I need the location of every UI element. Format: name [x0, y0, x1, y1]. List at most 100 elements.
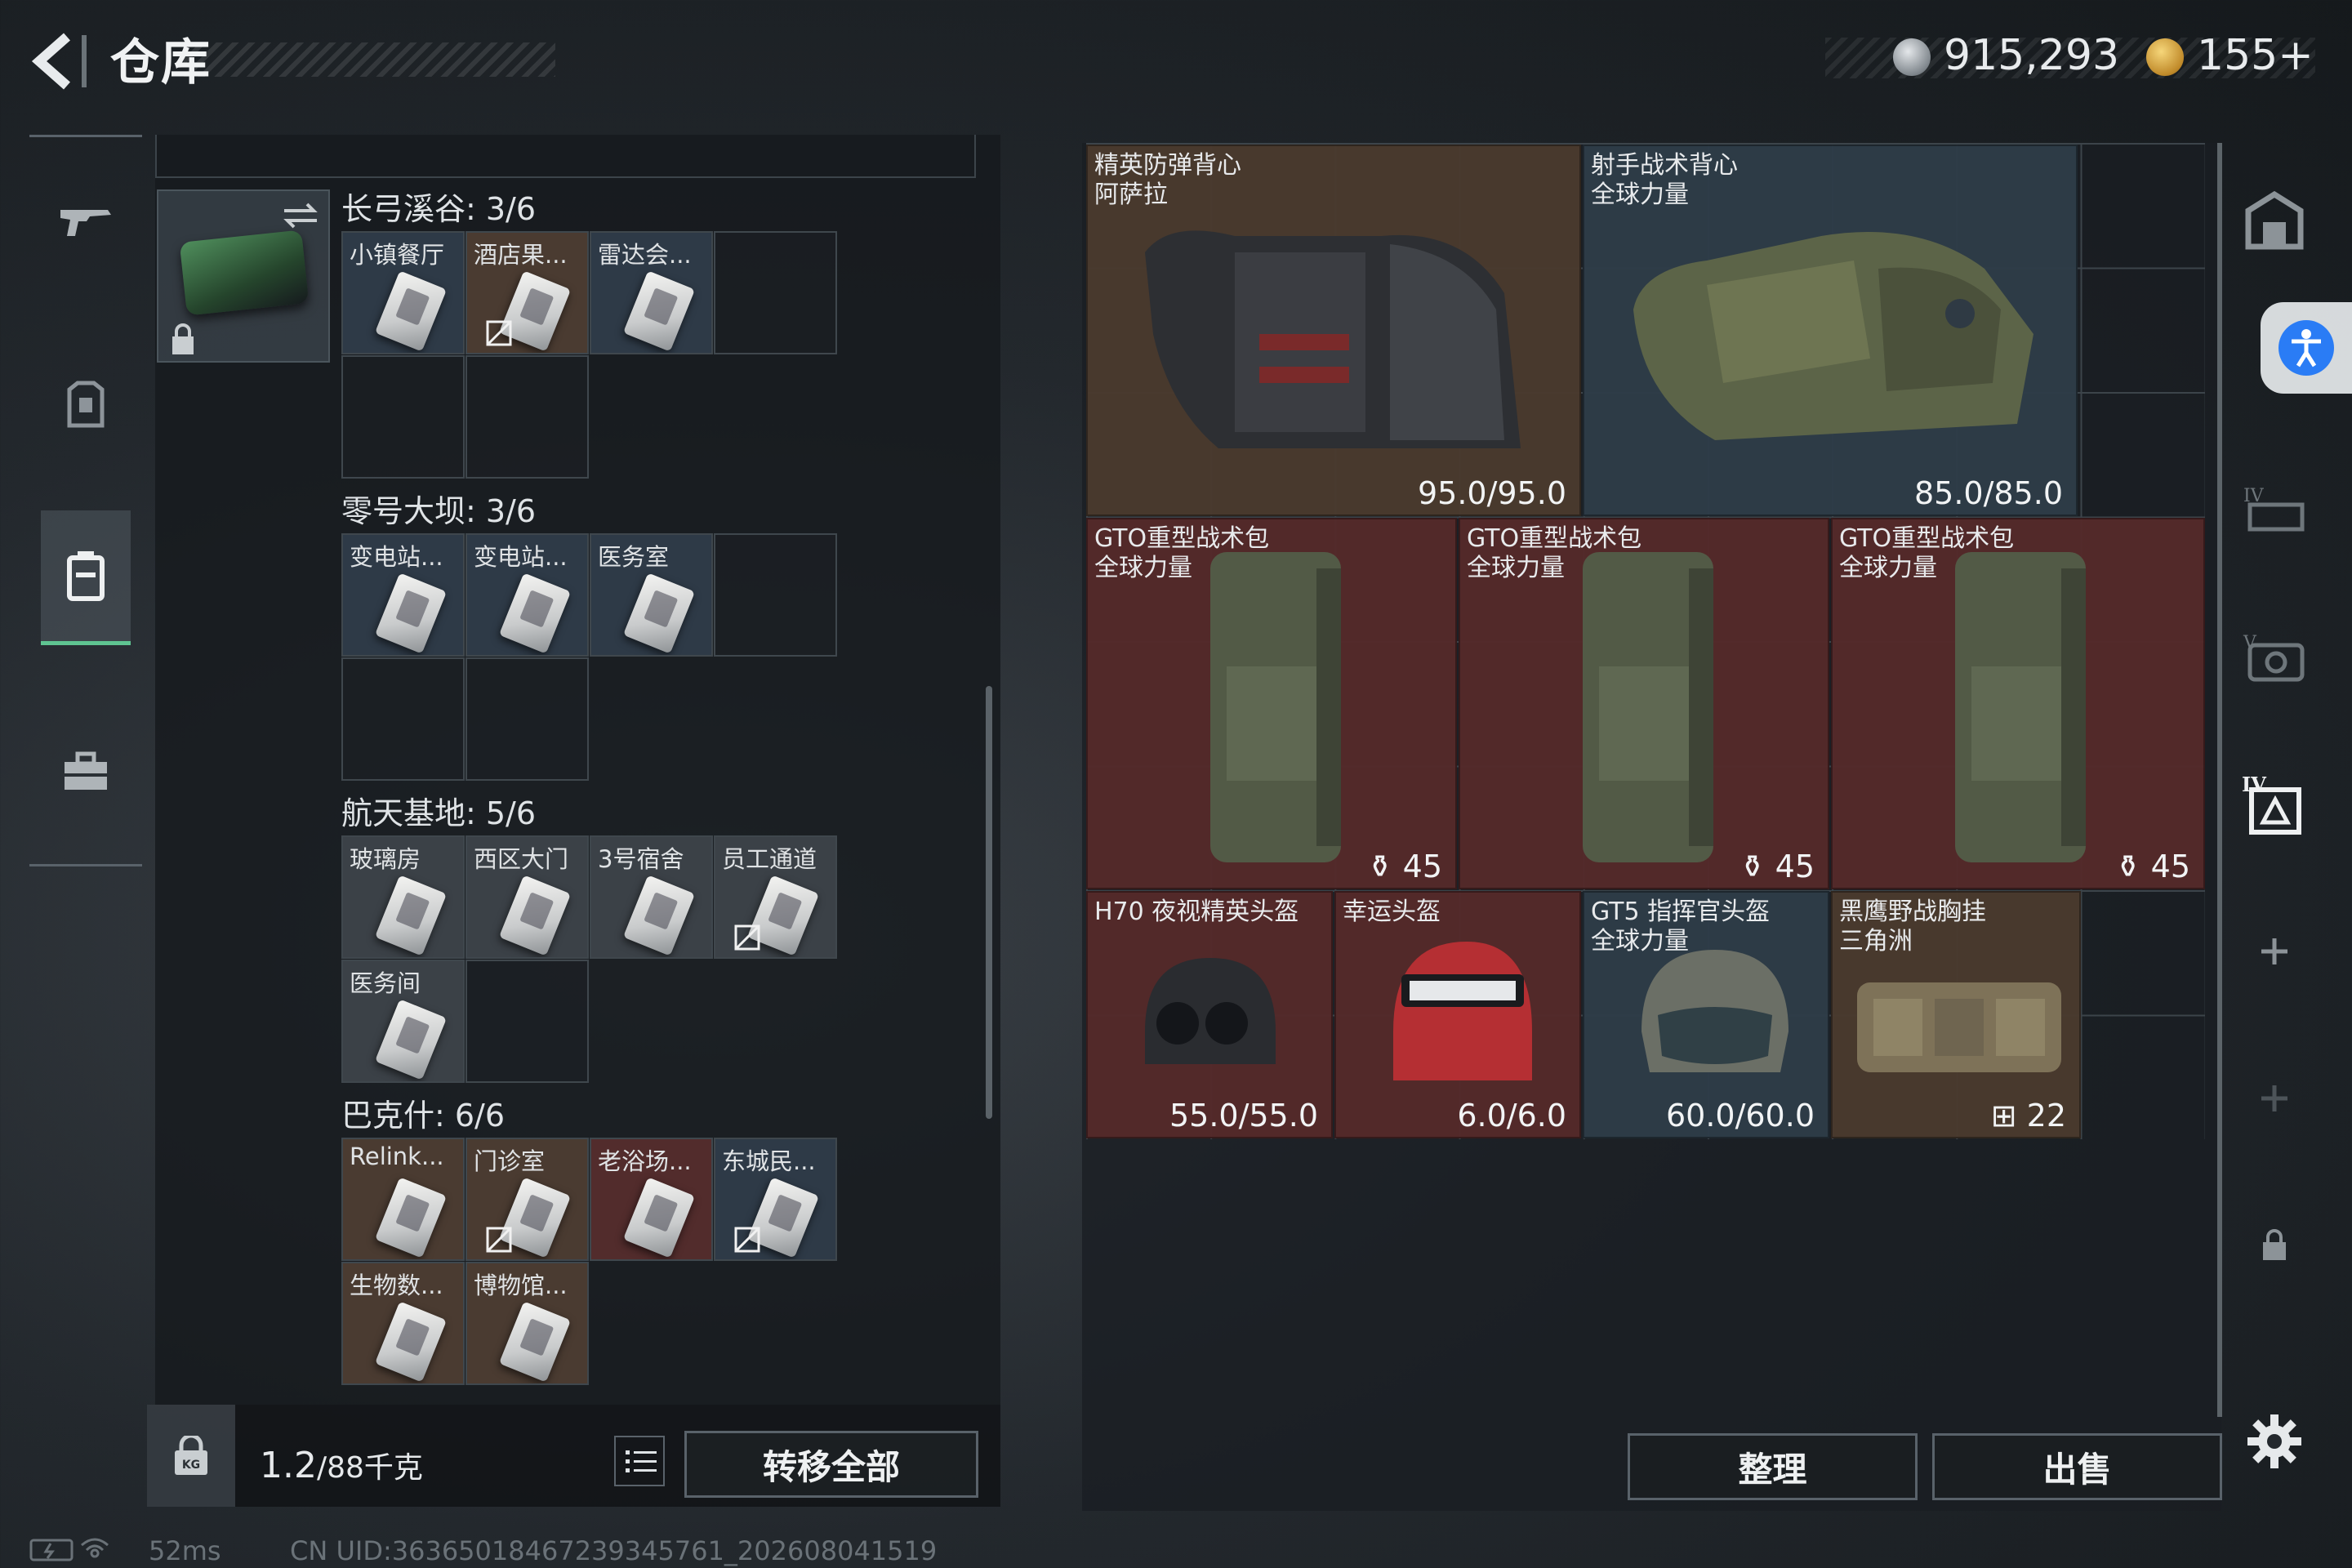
item-capacity: ⚱ 45 — [1739, 849, 1815, 884]
transfer-all-button[interactable]: 转移全部 — [684, 1431, 978, 1498]
item-capacity-value: 45 — [1775, 849, 1815, 884]
backpack-image — [1955, 552, 2086, 862]
keycard-slot[interactable]: 变电站... — [466, 533, 589, 657]
no-bind-icon — [734, 1227, 760, 1253]
add-stash-page-button[interactable] — [2238, 915, 2311, 988]
nav-backpack[interactable] — [41, 510, 131, 645]
keycard-slot[interactable]: 老浴场... — [590, 1138, 713, 1261]
keycard-slot[interactable]: 医务室 — [590, 533, 713, 657]
user-id-readout: CN UID:3636501846723934576​1_20260804151… — [290, 1535, 938, 1566]
case-header-bar — [155, 135, 976, 178]
case-scrollbar[interactable] — [986, 686, 992, 1119]
keycard-slot[interactable]: 变电站... — [341, 533, 465, 657]
keycard-label: 东城民... — [722, 1147, 816, 1175]
keycard-case-slot[interactable] — [157, 189, 330, 363]
keycard-label: Relink... — [350, 1143, 444, 1170]
keycard-icon — [374, 1177, 448, 1258]
empty-slot[interactable] — [466, 355, 589, 479]
keycard-slot[interactable]: 东城民... — [714, 1138, 837, 1261]
stash-item[interactable]: GTO重型战术包 全球力量 ⚱ 45 — [1831, 518, 2205, 889]
keycard-slot[interactable]: 3号宿舍 — [590, 835, 713, 959]
stash-item[interactable]: GT5 指挥官头盔 全球力量 60.0/60.0 — [1583, 891, 1829, 1138]
stash-page-tab-active[interactable]: IV — [2238, 768, 2311, 841]
toolbox-icon — [65, 751, 107, 790]
premium-currency-amount[interactable]: 155+ — [2197, 31, 2314, 80]
list-icon — [626, 1450, 657, 1472]
swap-icon[interactable] — [281, 199, 320, 232]
list-view-button[interactable] — [614, 1436, 665, 1486]
backpack-image — [1210, 552, 1341, 862]
keycard-slot[interactable]: 生物数... — [341, 1262, 465, 1385]
sell-button[interactable]: 出售 — [1932, 1433, 2222, 1500]
rifle-icon — [60, 210, 111, 236]
accessibility-button[interactable] — [2261, 302, 2352, 394]
nav-gear[interactable] — [41, 723, 131, 821]
item-durability: 85.0/85.0 — [1913, 475, 2063, 511]
stash-item[interactable]: 精英防弹背心 阿萨拉 95.0/95.0 — [1086, 145, 1581, 516]
ping-readout: 52ms — [149, 1535, 221, 1566]
weight-lock-box: KG — [147, 1405, 235, 1507]
item-capacity-value: 45 — [2150, 849, 2190, 884]
weight-max: /88千克 — [316, 1451, 423, 1485]
stash-item[interactable]: 幸运头盔 6.0/6.0 — [1334, 891, 1581, 1138]
item-capacity: ⚱ 45 — [2114, 849, 2190, 884]
locked-stash-page[interactable] — [2238, 1209, 2311, 1282]
camera-icon: V — [2243, 633, 2305, 682]
keycard-icon — [498, 875, 572, 956]
keycard-slot[interactable]: 员工通道 — [714, 835, 837, 959]
keycard-slot[interactable]: 玻璃房 — [341, 835, 465, 959]
nav-armor[interactable] — [41, 355, 131, 453]
empty-slot[interactable] — [466, 960, 589, 1083]
stash-item[interactable]: 黑鹰野战胸挂 三角洲 ⊞ 22 — [1831, 891, 2081, 1138]
stash-scrollbar[interactable] — [2217, 143, 2222, 1417]
helmet-image — [1145, 958, 1276, 1064]
stash-page-tab[interactable]: V — [2238, 621, 2311, 694]
keycard-slot[interactable]: 小镇餐厅 — [341, 231, 465, 354]
keycard-slot[interactable]: 雷达会... — [590, 231, 713, 354]
stash-item[interactable]: GTO重型战术包 全球力量 ⚱ 45 — [1459, 518, 1829, 889]
keycard-label: 小镇餐厅 — [350, 241, 445, 269]
nav-weapons[interactable] — [41, 172, 131, 270]
empty-slot[interactable] — [466, 657, 589, 781]
helmet-image — [1393, 942, 1532, 1080]
battery-icon — [29, 1538, 109, 1561]
stash-item[interactable]: GTO重型战术包 全球力量 ⚱ 45 — [1086, 518, 1457, 889]
empty-slot[interactable] — [341, 355, 465, 479]
keycard-label: 变电站... — [474, 543, 568, 571]
accessibility-icon — [2278, 320, 2334, 376]
stash-page-home[interactable] — [2238, 184, 2311, 257]
weight-current: 1.2 — [260, 1445, 317, 1486]
empty-slot[interactable] — [341, 657, 465, 781]
keycard-label: 玻璃房 — [350, 845, 421, 873]
svg-text:IV: IV — [2242, 773, 2266, 796]
keycard-slot[interactable]: 医务间 — [341, 960, 465, 1083]
keycard-slot[interactable]: 西区大门 — [466, 835, 589, 959]
keycard-label: 医务间 — [350, 969, 421, 997]
money-amount: 915,293 — [1944, 31, 2120, 80]
stash-item[interactable]: H70 夜视精英头盔 55.0/55.0 — [1086, 891, 1333, 1138]
stash-page-tab[interactable]: IV — [2238, 474, 2311, 547]
keycard-slot[interactable]: 博物馆... — [466, 1262, 589, 1385]
kg-lock-icon: KG — [175, 1436, 207, 1475]
map-group-title: 航天基地: 5/6 — [341, 795, 537, 831]
empty-slot[interactable] — [714, 231, 837, 354]
back-button[interactable] — [24, 29, 90, 94]
keycard-slot[interactable]: Relink... — [341, 1138, 465, 1261]
keycard-case-image — [179, 229, 310, 316]
stash-item[interactable]: 射手战术背心 全球力量 85.0/85.0 — [1583, 145, 2078, 516]
empty-slot[interactable] — [714, 533, 837, 657]
keycard-slot[interactable]: 酒店果... — [466, 231, 589, 354]
keycard-icon — [622, 572, 696, 654]
no-bind-icon — [486, 1227, 512, 1253]
nav-divider — [29, 135, 142, 137]
settings-button[interactable] — [2238, 1405, 2311, 1478]
keycard-label: 雷达会... — [598, 241, 692, 269]
no-bind-icon — [734, 924, 760, 951]
add-stash-page-button[interactable] — [2238, 1062, 2311, 1135]
item-durability: 55.0/55.0 — [1169, 1098, 1318, 1134]
sort-button[interactable]: 整理 — [1628, 1433, 1918, 1500]
keycard-slot[interactable]: 门诊室 — [466, 1138, 589, 1261]
silver-coin-icon — [1893, 38, 1931, 76]
item-name: 黑鹰野战胸挂 三角洲 — [1839, 898, 1986, 956]
category-nav — [29, 135, 142, 870]
